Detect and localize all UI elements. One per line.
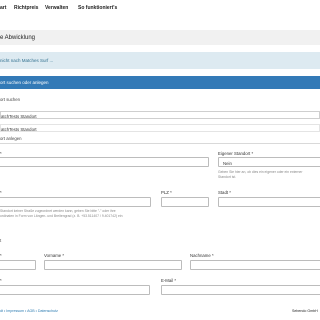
stadt-input[interactable] (218, 197, 320, 207)
standort-search-label: ort suchen (0, 97, 21, 102)
info-alert-text: nicht nach Matches Surf ... (0, 58, 54, 63)
anrede-label: * (0, 253, 2, 258)
standort-search-input[interactable]: atchTests Standort (0, 111, 320, 119)
telefon-input[interactable] (0, 285, 150, 295)
street-input[interactable] (0, 197, 151, 207)
standort-selected-option[interactable]: atchTests Standort (0, 124, 320, 132)
top-navigation: art Richtpreis Verwalten So funktioniert… (0, 0, 320, 14)
nachname-input[interactable] (190, 260, 320, 270)
page-heading-bar: e Abwicklung (0, 30, 320, 45)
eigener-standort-label: Eigener Standort * (218, 151, 254, 156)
standort-panel-title: ort suchen oder anlegen (0, 80, 49, 85)
street-hint: Standort keiner Straße zugeordnet werden… (0, 209, 123, 218)
plz-label: PLZ * (161, 190, 172, 195)
vorname-input[interactable] (44, 260, 182, 270)
standort-selected-value: atchTests Standort (1, 126, 37, 132)
eigener-standort-hint-line: Geben Sie hier an, ob dies ein eigener o… (218, 170, 303, 174)
nav-item-richtpreis[interactable]: Richtpreis (14, 5, 38, 11)
vorname-label: Vorname * (44, 253, 65, 258)
street-hint-line: ordinaten in Form von Längen- und Breite… (0, 213, 123, 218)
plz-input[interactable] (161, 197, 209, 207)
anrede-select[interactable] (0, 260, 36, 270)
footer-links[interactable]: dt • Impressum • AGB • Datenschutz (0, 309, 58, 313)
street-hint-line: Standort keiner Straße zugeordnet werden… (0, 209, 116, 213)
contact-section-title: t (0, 238, 2, 243)
street-label: * (0, 190, 2, 195)
name-label: * (0, 151, 2, 156)
nav-item-so-funktionierts[interactable]: So funktioniert's (78, 5, 117, 11)
stadt-label: Stadt * (218, 190, 231, 195)
section-divider (0, 143, 320, 144)
nav-item-verwalten[interactable]: Verwalten (45, 5, 68, 11)
name-input[interactable] (0, 157, 209, 167)
standort-search-value: atchTests Standort (1, 113, 37, 119)
eigener-standort-hint: Geben Sie hier an, ob dies ein eigener o… (218, 170, 302, 179)
standort-panel-header: ort suchen oder anlegen (0, 76, 320, 89)
nachname-label: Nachname * (190, 253, 214, 258)
info-alert: nicht nach Matches Surf ... (0, 52, 320, 69)
eigener-standort-hint-line: Standort ist. (218, 174, 237, 179)
telefon-label: * (0, 278, 2, 283)
eigener-standort-value: Nein (223, 160, 232, 166)
email-input[interactable] (161, 285, 320, 295)
eigener-standort-select[interactable]: Nein (218, 157, 320, 167)
footer-company: Sebendo GmbH (292, 309, 318, 313)
nav-item-start[interactable]: art (0, 5, 6, 11)
standort-create-label: ort anlegen (0, 136, 22, 141)
email-label: E-Mail * (161, 278, 177, 283)
page-title: e Abwicklung (0, 35, 36, 41)
